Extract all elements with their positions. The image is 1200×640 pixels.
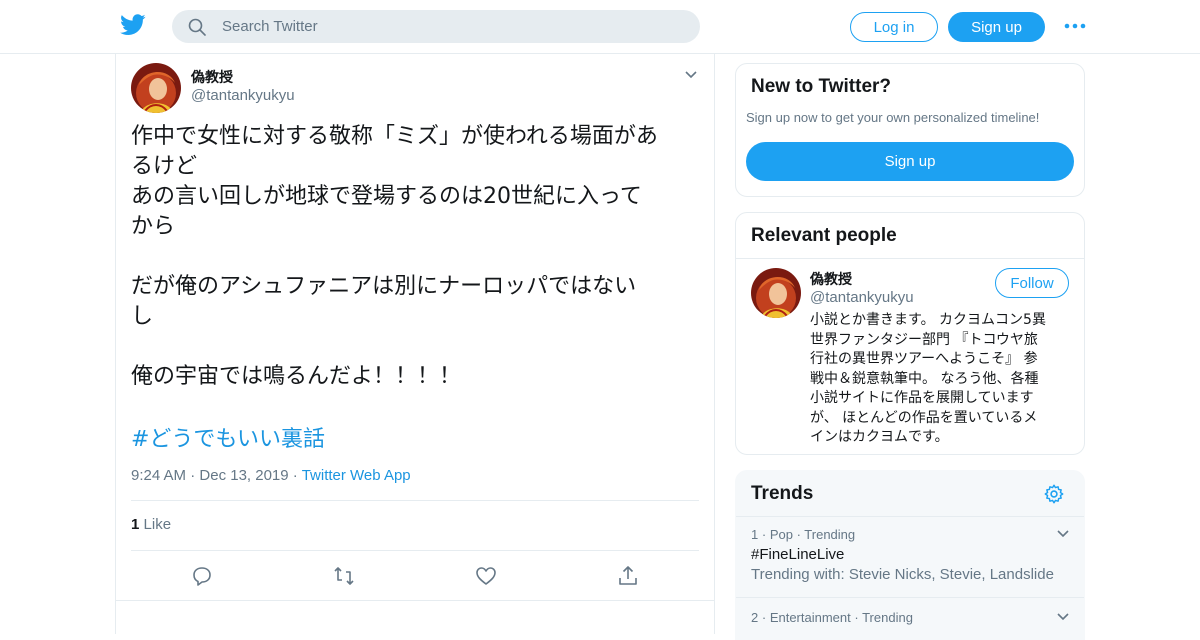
tweet-line: あの言い回しが地球で登場するのは20世紀に入って [131, 184, 642, 209]
trend-item[interactable]: 1 · Pop · Trending #FineLineLive Trendin… [751, 527, 1071, 583]
bio-line: 行社の異世界ツアーへようこそ』 参 [810, 351, 1038, 367]
more-dots-icon[interactable] [1063, 16, 1087, 36]
trends-card: Trends 1 · Pop · Trending #FineLineLive … [735, 470, 1085, 640]
divider [131, 500, 699, 501]
reply-icon[interactable] [190, 564, 214, 588]
person-name[interactable]: 偽教授 [810, 269, 852, 289]
meta-separator: · [190, 467, 200, 484]
trend-rank: 1 [751, 527, 759, 542]
bio-line: 世界ファンタジー部門 『トコウヤ旅 [810, 331, 1038, 348]
bio-line: インはカクヨムです。 [810, 429, 949, 445]
like-icon[interactable] [474, 564, 498, 588]
avatar[interactable] [131, 63, 181, 113]
login-button[interactable]: Log in [850, 12, 938, 42]
search-input[interactable] [222, 10, 682, 43]
signup-button[interactable]: Sign up [948, 12, 1045, 42]
meta-separator: · [854, 610, 863, 625]
chevron-down-icon[interactable] [684, 70, 698, 80]
meta-separator: · [292, 467, 302, 484]
new-to-twitter-card: New to Twitter? Sign up now to get your … [735, 63, 1085, 197]
bio-line: 小説サイトに作品を展開しています [810, 390, 1034, 406]
share-icon[interactable] [616, 564, 640, 588]
search-box[interactable] [172, 10, 700, 43]
trend-category: Pop [769, 527, 793, 542]
tweet-column: 偽教授 @tantankyukyu 作中で女性に対する敬称「ミズ」が使われる場面… [115, 54, 715, 634]
tweet-line: から [131, 214, 176, 239]
bio-line: 小説とか書きます。 カクヨムコン5異 [810, 312, 1046, 328]
avatar[interactable] [751, 268, 801, 318]
tweet-text: 作中で女性に対する敬称「ミズ」が使われる場面があ るけど あの言い回しが地球で登… [131, 122, 701, 392]
trend-context: 1 · Pop · Trending [751, 527, 1071, 542]
avatar-image [131, 63, 181, 113]
person-handle[interactable]: @tantankyukyu [810, 289, 914, 306]
follow-button[interactable]: Follow [995, 268, 1069, 298]
retweet-icon[interactable] [332, 564, 356, 588]
like-stats[interactable]: 1 Like [131, 516, 171, 533]
bio-line: が、 ほとんどの作品を置いているメ [810, 409, 1038, 426]
person-bio: 小説とか書きます。 カクヨムコン5異 世界ファンタジー部門 『トコウヤ旅 行社の… [810, 311, 1072, 448]
relevant-people-card: Relevant people 偽教授 @tantankyukyu Follow… [735, 212, 1085, 455]
card-title: Relevant people [751, 225, 897, 246]
tweet-date[interactable]: Dec 13, 2019 [199, 467, 288, 484]
card-subtitle: Sign up now to get your own personalized… [746, 110, 1040, 125]
meta-separator: · [761, 527, 770, 542]
meta-separator: · [761, 610, 770, 625]
chevron-down-icon[interactable] [1056, 612, 1070, 622]
tweet-line: 俺の宇宙では鳴るんだよ！！！！ [131, 364, 462, 389]
like-label: Like [143, 516, 172, 533]
trend-category: Entertainment [769, 610, 851, 625]
author-handle[interactable]: @tantankyukyu [191, 87, 295, 104]
hashtag-link[interactable]: #どうでもいい裏話 [131, 421, 325, 453]
divider [736, 516, 1084, 517]
tweet-time[interactable]: 9:24 AM [131, 467, 186, 484]
tweet-line: るけど [131, 154, 198, 179]
sidebar-signup-button[interactable]: Sign up [746, 142, 1074, 181]
trend-label: Trending [862, 610, 913, 625]
divider [131, 550, 699, 551]
trend-rank: 2 [751, 610, 759, 625]
tweet-line: だが俺のアシュファニアは別にナーロッパではない [131, 274, 637, 299]
trend-name: #FineLineLive [751, 546, 845, 563]
trend-label: Trending [804, 527, 856, 542]
trend-with: Trending with: Stevie Nicks, Stevie, Lan… [751, 566, 1054, 583]
twitter-bird-icon[interactable] [120, 14, 146, 36]
chevron-down-icon[interactable] [1056, 529, 1070, 539]
search-icon [188, 18, 206, 36]
author-name[interactable]: 偽教授 [191, 67, 233, 87]
tweet-line: し [131, 304, 154, 329]
bio-line: 戦中＆鋭意執筆中。 なろう他、各種 [810, 370, 1039, 387]
trend-item[interactable]: 2 · Entertainment · Trending [751, 610, 1071, 625]
card-title: New to Twitter? [751, 76, 892, 97]
card-title: Trends [751, 483, 814, 504]
tweet-source-link[interactable]: Twitter Web App [302, 467, 411, 484]
divider [736, 258, 1084, 259]
top-bar: Log in Sign up [0, 0, 1200, 54]
tweet-meta: 9:24 AM · Dec 13, 2019 · Twitter Web App [131, 467, 411, 484]
gear-icon[interactable] [1043, 483, 1065, 505]
trend-context: 2 · Entertainment · Trending [751, 610, 1071, 625]
divider [736, 597, 1084, 598]
avatar-image [751, 268, 801, 318]
like-count: 1 [131, 516, 140, 533]
divider [116, 600, 714, 601]
tweet-line: 作中で女性に対する敬称「ミズ」が使われる場面があ [131, 124, 658, 149]
